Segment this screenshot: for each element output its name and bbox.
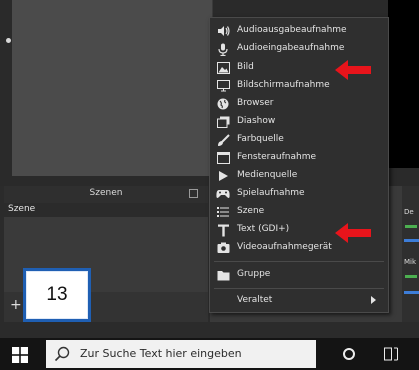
- mixer-volume-meter: [405, 275, 417, 278]
- gamepad-icon: [216, 187, 230, 201]
- menu-item-label: Szene: [237, 206, 265, 216]
- slideshow-icon: [216, 115, 230, 129]
- menu-item-audio-input-capture[interactable]: Audioeingabeaufnahme: [210, 40, 388, 58]
- preview-right-area: [388, 0, 419, 168]
- search-placeholder: Zur Suche Text hier eingeben: [80, 347, 242, 360]
- menu-item-scene[interactable]: Szene: [210, 203, 388, 221]
- annotation-arrow-icon: [335, 60, 371, 80]
- taskbar-search-box[interactable]: Zur Suche Text hier eingeben: [46, 340, 316, 368]
- task-view-icon[interactable]: [384, 347, 398, 361]
- menu-item-label: Audioeingabeaufnahme: [237, 43, 345, 53]
- mixer-channel-label: Mik: [404, 258, 417, 266]
- speaker-icon: [216, 24, 230, 38]
- windows-taskbar: Zur Suche Text hier eingeben: [0, 338, 419, 370]
- menu-item-label: Medienquelle: [237, 170, 298, 180]
- menu-item-label: Farbquelle: [237, 134, 284, 144]
- menu-item-label: Bild: [237, 62, 254, 72]
- menu-item-deprecated[interactable]: Veraltet: [210, 292, 388, 310]
- scene-list-item-label: Szene: [8, 204, 36, 214]
- resize-handle[interactable]: [6, 38, 11, 43]
- menu-item-window-capture[interactable]: Fensteraufnahme: [210, 149, 388, 167]
- menu-item-label: Browser: [237, 98, 274, 108]
- menu-item-label: Gruppe: [237, 269, 271, 279]
- annotation-arrow-icon: [335, 223, 371, 243]
- add-scene-button[interactable]: +: [10, 298, 22, 312]
- image-icon: [216, 61, 230, 75]
- menu-item-label: Spielaufnahme: [237, 188, 305, 198]
- status-strip: [0, 322, 419, 338]
- menu-item-label: Diashow: [237, 116, 276, 126]
- window-icon: [216, 151, 230, 165]
- step-number-badge: 13: [23, 268, 91, 322]
- menu-item-audio-output-capture[interactable]: Audioausgabeaufnahme: [210, 22, 388, 40]
- menu-item-label: Text (GDI+): [237, 224, 290, 234]
- menu-item-label: Veraltet: [237, 295, 273, 305]
- folder-icon: [216, 268, 230, 282]
- submenu-arrow-icon: [371, 296, 376, 304]
- globe-icon: [216, 97, 230, 111]
- menu-item-label: Bildschirmaufnahme: [237, 80, 330, 90]
- audio-mixer-dock: [402, 186, 419, 322]
- menu-item-color-source[interactable]: Farbquelle: [210, 131, 388, 149]
- windows-start-button[interactable]: [12, 347, 28, 363]
- menu-item-label: Audioausgabeaufnahme: [237, 25, 347, 35]
- scene-list-item[interactable]: Szene: [4, 203, 208, 217]
- mixer-volume-meter: [405, 225, 417, 228]
- mixer-channel-label: De: [404, 208, 414, 216]
- preview-canvas[interactable]: [12, 0, 213, 176]
- menu-item-label: Videoaufnahmegerät: [237, 242, 332, 252]
- float-dock-icon[interactable]: [189, 189, 198, 198]
- windows-logo-icon: [12, 347, 28, 363]
- cortana-icon[interactable]: [343, 348, 355, 360]
- menu-item-slideshow[interactable]: Diashow: [210, 113, 388, 131]
- scenes-dock-title: Szenen: [89, 188, 123, 198]
- menu-item-label: Fensteraufnahme: [237, 152, 316, 162]
- step-number: 13: [46, 284, 68, 305]
- menu-separator: [214, 288, 384, 289]
- microphone-icon: [216, 42, 230, 56]
- mixer-volume-slider[interactable]: [404, 291, 419, 294]
- paintbrush-icon: [216, 133, 230, 147]
- text-icon: [216, 223, 230, 237]
- menu-item-media-source[interactable]: Medienquelle: [210, 167, 388, 185]
- list-icon: [216, 205, 230, 219]
- menu-item-group[interactable]: Gruppe: [210, 266, 388, 284]
- menu-item-browser[interactable]: Browser: [210, 95, 388, 113]
- monitor-icon: [216, 79, 230, 93]
- search-icon: [54, 346, 70, 362]
- mixer-volume-slider[interactable]: [404, 239, 419, 242]
- camera-icon: [216, 241, 230, 255]
- menu-separator: [214, 261, 384, 262]
- scenes-dock-header: Szenen: [4, 186, 208, 204]
- menu-item-game-capture[interactable]: Spielaufnahme: [210, 185, 388, 203]
- play-icon: [216, 169, 230, 183]
